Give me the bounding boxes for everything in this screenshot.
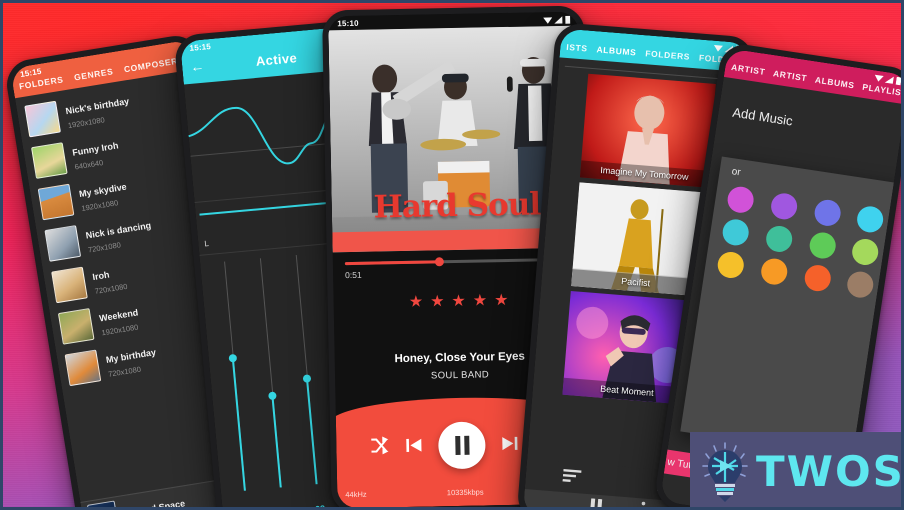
overflow-menu-icon[interactable] [640,501,647,510]
sort-glyph [562,468,582,482]
color-swatch[interactable] [807,230,837,261]
color-picker-dialog: or OK [680,156,904,461]
color-swatch[interactable] [850,237,881,267]
color-swatch[interactable] [720,217,751,248]
brand-wordmark: TWOS [756,446,904,496]
back-arrow-icon[interactable]: ← [188,57,207,75]
list-item-title: Funny Iroh [71,139,120,158]
next-icon[interactable] [501,434,518,454]
battery-icon [565,15,571,24]
signal-icon [884,76,894,84]
eq-knob[interactable] [268,391,278,401]
overflow-glyph [641,501,646,510]
phone2-clock: 15:15 [189,41,212,53]
color-swatch[interactable] [759,256,789,287]
color-swatch[interactable] [764,224,794,254]
wifi-icon [874,74,884,82]
eq-fill [231,357,246,491]
sort-icon[interactable] [562,468,583,489]
tab-artists[interactable]: ISTS [566,42,588,54]
bitrate: 10335kbps [446,487,484,498]
seek-fill [344,260,440,266]
previous-icon[interactable] [405,436,422,456]
item-thumbnail [37,183,75,221]
list-item-title: My skydive [78,181,128,199]
item-thumbnail [44,225,82,262]
list-item-subtitle: 1920x1080 [80,197,119,213]
list-item-subtitle: 1920x1080 [100,322,139,337]
elapsed-time: 0:51 [345,269,362,281]
eq-slider-62[interactable] [288,254,325,485]
shuffle-icon[interactable] [369,436,389,457]
item-thumbnail [30,142,68,179]
battery-icon [895,76,902,86]
brand-logo: TWOS [690,432,904,510]
color-swatch[interactable] [725,184,756,215]
now-playing-title: Beyond Space [122,498,186,510]
item-thumbnail [51,266,88,304]
pause-glyph [590,497,603,510]
star-icon[interactable]: ★ [451,293,466,310]
star-icon[interactable]: ★ [494,292,509,309]
eq-label-62: 62 [314,503,326,510]
color-swatch[interactable] [802,263,833,293]
item-thumbnail [64,349,102,387]
star-icon[interactable]: ★ [409,294,424,311]
promo-banner: 15:15 FOLDERS GENRES COMPOSERS P Nick's … [0,0,904,510]
wifi-icon [713,44,723,52]
now-playing-thumbnail [86,500,120,510]
eq-slider-bass[interactable] [216,261,253,492]
eq-fill [306,378,319,485]
pause-icon[interactable] [589,497,603,510]
phone3-clock: 15:10 [337,18,359,29]
signal-icon [554,15,563,24]
color-swatch[interactable] [845,269,876,300]
wifi-icon [543,16,553,24]
lightbulb-icon [700,440,750,502]
shuffle-glyph [371,436,389,455]
pause-icon [454,435,470,456]
color-swatch[interactable] [855,204,886,235]
list-item-title: Iroh [91,268,111,282]
star-icon[interactable]: ★ [473,292,488,309]
list-item-subtitle: 720x1080 [94,281,129,296]
pan-left-label: L [203,238,210,249]
eq-knob[interactable] [303,374,312,384]
previous-glyph [406,438,422,452]
sample-rate: 44kHz [345,489,367,500]
eq-knob[interactable] [228,353,238,363]
eq-fill [271,395,283,488]
list-item-subtitle: 640x640 [73,157,104,172]
list-item-title: Weekend [98,306,139,324]
seek-knob[interactable] [435,257,445,267]
color-swatch[interactable] [812,198,842,228]
tab-albums[interactable]: ALBUMS [596,44,637,57]
lightbulb-glyph [702,442,748,502]
play-pause-button[interactable] [437,421,486,470]
eq-slider-31[interactable] [252,258,289,489]
list-item-subtitle: 720x1080 [107,364,142,379]
color-swatch[interactable] [715,250,746,280]
album-card[interactable]: Imagine My Tomorrow [579,73,716,188]
next-glyph [502,436,518,450]
star-icon[interactable]: ★ [430,293,445,310]
phone3-system-icons [543,15,571,24]
item-thumbnail [24,100,61,138]
color-swatch[interactable] [769,191,799,222]
item-thumbnail [57,308,95,345]
